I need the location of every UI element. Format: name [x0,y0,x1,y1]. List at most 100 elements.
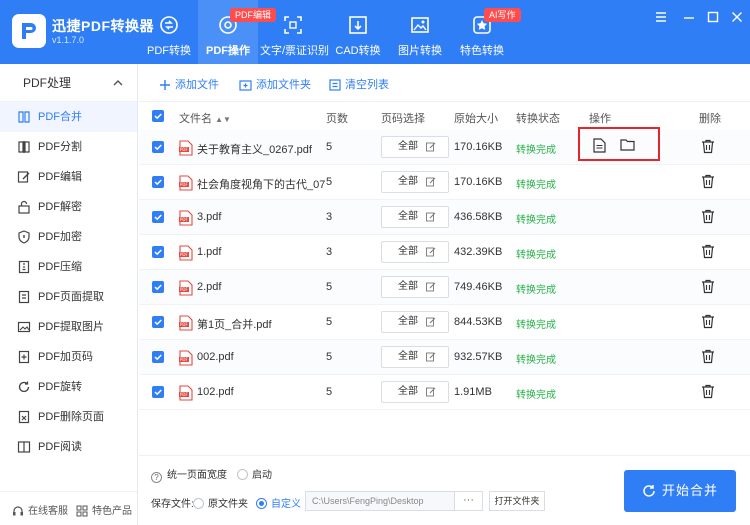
row-checkbox[interactable] [152,386,164,398]
minimize-icon[interactable] [682,10,696,24]
row-checkbox[interactable] [152,316,164,328]
row-checkbox[interactable] [152,246,164,258]
page-select-button[interactable]: 全部 [381,276,449,298]
trash-icon[interactable] [701,314,715,329]
row-checkbox[interactable] [152,141,164,153]
pdf-file-icon: PDF [179,210,193,226]
nav-tab-pdf-convert[interactable]: PDF转换 [142,0,196,64]
save-path-input[interactable]: C:\Users\FengPing\Desktop [305,491,455,511]
select-all-checkbox[interactable] [152,110,164,122]
table-row: PDF 关于教育主义_0267.pdf 5 全部 170.16KB 转换完成 [139,127,750,165]
check-icon [154,214,162,221]
rotate-icon [18,381,30,393]
sidebar-item-shield[interactable]: PDF加密 [0,222,137,252]
sidebar-item-read[interactable]: PDF阅读 [0,432,137,462]
sidebar-item-delete-page[interactable]: PDF删除页面 [0,402,137,432]
trash-icon[interactable] [701,174,715,189]
sidebar-item-split[interactable]: PDF分割 [0,132,137,162]
menu-icon[interactable] [654,10,668,24]
featured-products-link[interactable]: 特色产品 [76,502,132,517]
trash-icon[interactable] [701,139,715,154]
column-name[interactable]: 文件名 ▲▼ [179,110,231,126]
page-select-button[interactable]: 全部 [381,381,449,403]
convert-status: 转换完成 [516,215,556,226]
page-select-button[interactable]: 全部 [381,311,449,333]
page-select-button[interactable]: 全部 [381,346,449,368]
nav-tab-ocr[interactable]: 文字/票证识别 [260,0,330,64]
unify-width-radio[interactable] [237,469,248,480]
row-checkbox[interactable] [152,351,164,363]
page-select-label: 全部 [398,351,418,362]
file-name: 1.pdf [197,246,222,258]
column-ops: 操作 [589,113,611,125]
help-icon: ? [151,472,162,483]
extract-page-icon [18,290,30,304]
page-select-button[interactable]: 全部 [381,206,449,228]
original-folder-option[interactable]: 原文件夹 [193,495,248,510]
sidebar: PDF处理 PDF合并 PDF分割 PDF编辑 PDF解密 PDF加密 PDF压缩 PDF页… [0,64,138,525]
check-icon [154,354,162,361]
unify-width-option[interactable]: ? 统一页面宽度 [151,466,227,483]
sidebar-group-header[interactable]: PDF处理 [0,64,137,102]
page-select-label: 全部 [398,281,418,292]
trash-icon[interactable] [701,279,715,294]
trash-icon[interactable] [701,209,715,224]
trash-icon[interactable] [701,384,715,399]
sidebar-item-extract-image[interactable]: PDF提取图片 [0,312,137,342]
trash-icon[interactable] [701,244,715,259]
nav-tab-cad[interactable]: CAD转换 [330,0,386,64]
unify-width-toggle[interactable]: 启动 [237,466,272,481]
plus-icon [160,80,170,90]
browse-path-button[interactable]: ··· [455,491,483,511]
svg-text:PDF: PDF [180,217,188,222]
table-row: PDF 第1页_合并.pdf 5 全部 844.53KB 转换完成 [139,305,750,340]
sidebar-item-extract-page[interactable]: PDF页面提取 [0,282,137,312]
page-select-button[interactable]: 全部 [381,171,449,193]
sidebar-item-compress[interactable]: PDF压缩 [0,252,137,282]
sidebar-item-rotate[interactable]: PDF旋转 [0,372,137,402]
check-icon [154,319,162,326]
sidebar-item-page-number[interactable]: PDF加页码 [0,342,137,372]
close-icon[interactable] [730,10,744,24]
pdf-file-icon: PDF [179,175,193,191]
row-checkbox[interactable] [152,211,164,223]
nav-tab-label: 文字/票证识别 [260,45,330,57]
row-checkbox[interactable] [152,281,164,293]
clear-list-button[interactable]: 清空列表 [329,76,389,92]
sidebar-item-merge[interactable]: PDF合并 [0,102,137,132]
page-select-button[interactable]: 全部 [381,241,449,263]
nav-tab-label: PDF操作 [206,45,250,57]
column-name-label: 文件名 [179,113,212,125]
image-icon [411,17,429,33]
svg-text:PDF: PDF [180,322,188,327]
online-service-link[interactable]: 在线客服 [12,502,68,517]
edit-icon [426,177,436,187]
headset-icon [13,506,23,516]
original-folder-radio[interactable] [193,498,204,509]
page-select-button[interactable]: 全部 [381,136,449,158]
trash-icon[interactable] [701,349,715,364]
compress-icon [18,260,30,274]
operations-highlight [578,127,660,161]
cad-icon [349,16,367,34]
column-size: 原始大小 [454,113,498,125]
page-count: 5 [326,316,333,328]
open-file-icon[interactable] [593,138,606,153]
sidebar-item-edit[interactable]: PDF编辑 [0,162,137,192]
merge-icon [18,111,30,123]
nav-tab-image[interactable]: 图片转换 [392,0,448,64]
custom-folder-radio[interactable] [256,498,267,509]
file-size: 749.46KB [454,281,503,293]
pdf-file-icon: PDF [179,350,193,366]
sidebar-item-unlock[interactable]: PDF解密 [0,192,137,222]
svg-text:PDF: PDF [180,147,188,152]
start-merge-button[interactable]: 开始合并 [624,470,736,512]
maximize-icon[interactable] [706,10,720,24]
custom-folder-option[interactable]: 自定义 [256,495,301,510]
open-folder-button[interactable]: 打开文件夹 [489,491,545,511]
split-icon [18,141,30,153]
add-file-button[interactable]: 添加文件 [159,76,219,92]
row-checkbox[interactable] [152,176,164,188]
add-folder-button[interactable]: 添加文件夹 [239,76,311,92]
open-folder-icon[interactable] [620,138,635,151]
